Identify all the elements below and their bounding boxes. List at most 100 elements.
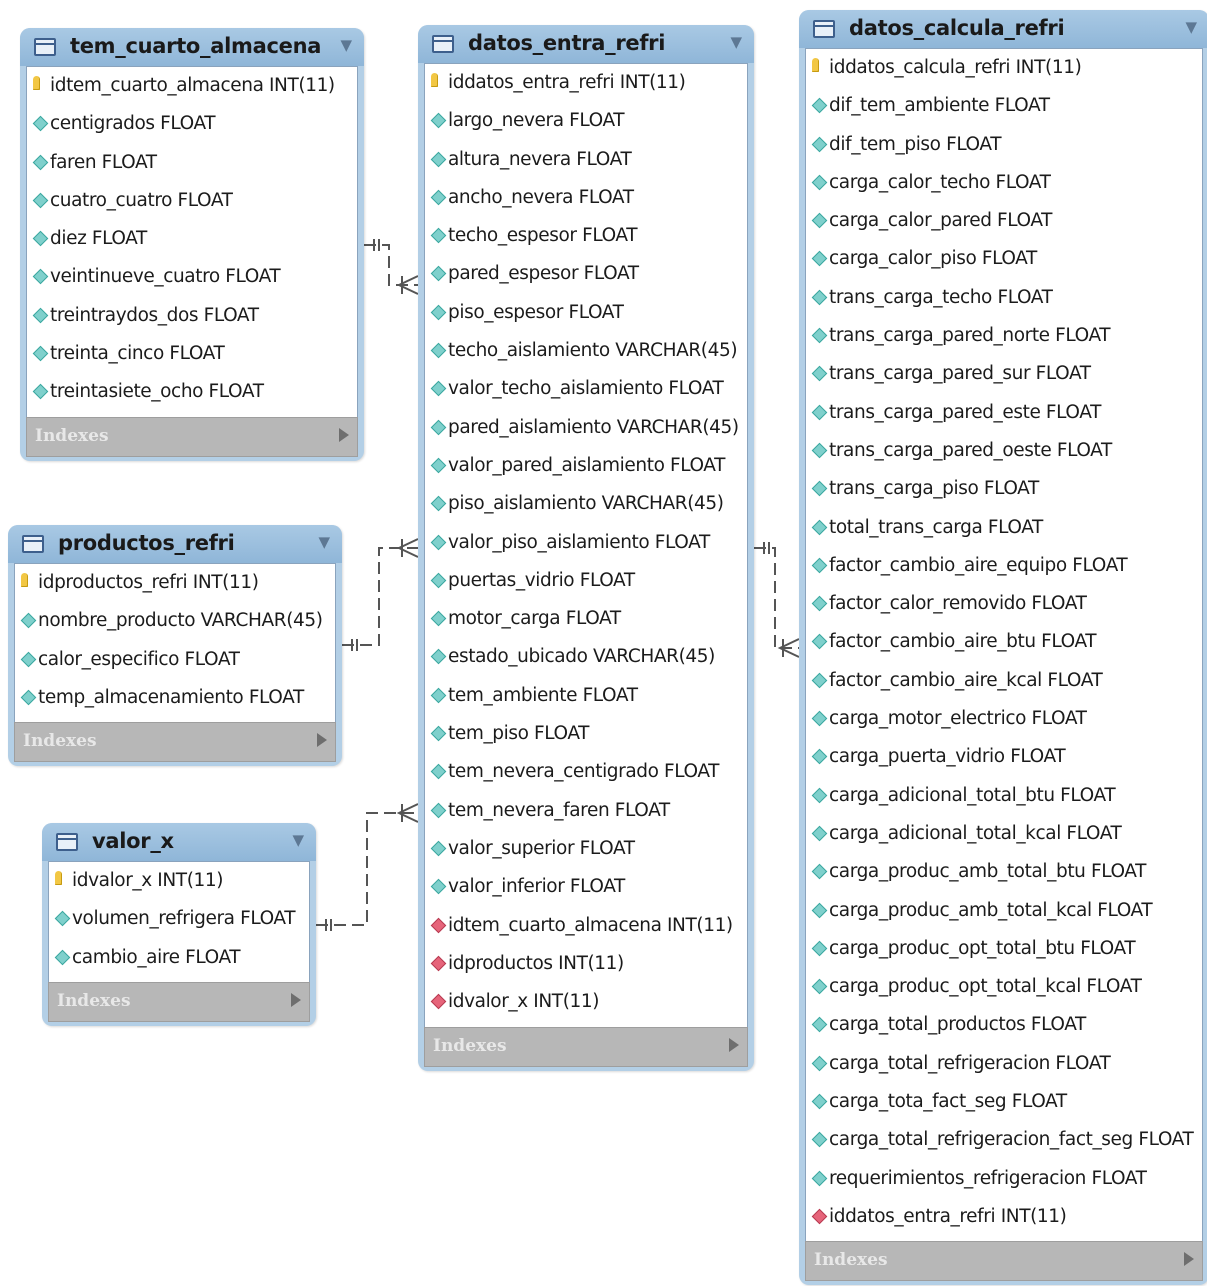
column-row[interactable]: estado_ubicado VARCHAR(45) — [425, 638, 747, 676]
column-row[interactable]: nombre_producto VARCHAR(45) — [15, 602, 335, 640]
column-row[interactable]: carga_adicional_total_kcal FLOAT — [806, 815, 1202, 853]
column-row[interactable]: tem_nevera_faren FLOAT — [425, 792, 747, 830]
column-row[interactable]: idtem_cuarto_almacena INT(11) — [425, 907, 747, 945]
column-row[interactable]: veintinueve_cuatro FLOAT — [27, 258, 357, 296]
collapse-arrow-icon[interactable]: ▼ — [730, 33, 742, 51]
collapse-arrow-icon[interactable]: ▼ — [340, 36, 352, 54]
column-row[interactable]: valor_techo_aislamiento FLOAT — [425, 370, 747, 408]
column-row[interactable]: cuatro_cuatro FLOAT — [27, 182, 357, 220]
indexes-section[interactable]: Indexes — [424, 1026, 748, 1067]
column-row[interactable]: iddatos_calcula_refri INT(11) — [806, 49, 1202, 87]
column-row[interactable]: carga_total_refrigeracion_fact_seg FLOAT — [806, 1121, 1202, 1159]
column-row[interactable]: piso_aislamiento VARCHAR(45) — [425, 485, 747, 523]
column-row[interactable]: trans_carga_pared_sur FLOAT — [806, 355, 1202, 393]
column-row[interactable]: techo_espesor FLOAT — [425, 217, 747, 255]
column-label: piso_aislamiento VARCHAR(45) — [448, 493, 724, 515]
column-row[interactable]: carga_calor_piso FLOAT — [806, 240, 1202, 278]
column-row[interactable]: carga_produc_amb_total_kcal FLOAT — [806, 892, 1202, 930]
column-row[interactable]: factor_cambio_aire_equipo FLOAT — [806, 547, 1202, 585]
collapse-arrow-icon[interactable]: ▼ — [318, 533, 330, 551]
column-row[interactable]: treintasiete_ocho FLOAT — [27, 373, 357, 411]
column-row[interactable]: valor_pared_aislamiento FLOAT — [425, 447, 747, 485]
table-header[interactable]: datos_entra_refri ▼ — [418, 25, 754, 63]
column-row[interactable]: treintraydos_dos FLOAT — [27, 297, 357, 335]
column-row[interactable]: carga_calor_techo FLOAT — [806, 164, 1202, 202]
column-row[interactable]: trans_carga_pared_este FLOAT — [806, 394, 1202, 432]
column-row[interactable]: carga_adicional_total_btu FLOAT — [806, 777, 1202, 815]
indexes-section[interactable]: Indexes — [26, 416, 358, 457]
column-row[interactable]: volumen_refrigera FLOAT — [49, 900, 309, 938]
column-row[interactable]: carga_total_productos FLOAT — [806, 1006, 1202, 1044]
column-row[interactable]: total_trans_carga FLOAT — [806, 509, 1202, 547]
column-row[interactable]: requerimientos_refrigeracion FLOAT — [806, 1160, 1202, 1198]
column-row[interactable]: idvalor_x INT(11) — [425, 983, 747, 1021]
column-row[interactable]: largo_nevera FLOAT — [425, 102, 747, 140]
column-row[interactable]: idvalor_x INT(11) — [49, 862, 309, 900]
column-row[interactable]: valor_superior FLOAT — [425, 830, 747, 868]
column-row[interactable]: idproductos_refri INT(11) — [15, 564, 335, 602]
column-row[interactable]: temp_almacenamiento FLOAT — [15, 679, 335, 717]
column-row[interactable]: puertas_vidrio FLOAT — [425, 562, 747, 600]
table-header[interactable]: datos_calcula_refri ▼ — [799, 10, 1207, 48]
column-row[interactable]: iddatos_entra_refri INT(11) — [425, 64, 747, 102]
column-row[interactable]: factor_cambio_aire_btu FLOAT — [806, 623, 1202, 661]
column-row[interactable]: techo_aislamiento VARCHAR(45) — [425, 332, 747, 370]
indexes-section[interactable]: Indexes — [14, 722, 336, 763]
table-productos-refri[interactable]: productos_refri ▼ idproductos_refri INT(11… — [8, 525, 342, 767]
column-row[interactable]: carga_produc_amb_total_btu FLOAT — [806, 853, 1202, 891]
column-row[interactable]: carga_produc_opt_total_btu FLOAT — [806, 930, 1202, 968]
column-row[interactable]: calor_especifico FLOAT — [15, 641, 335, 679]
column-row[interactable]: idtem_cuarto_almacena INT(11) — [27, 67, 357, 105]
column-row[interactable]: treinta_cinco FLOAT — [27, 335, 357, 373]
column-row[interactable]: pared_aislamiento VARCHAR(45) — [425, 409, 747, 447]
column-row[interactable]: diez FLOAT — [27, 220, 357, 258]
expand-arrow-icon[interactable] — [317, 733, 327, 748]
column-row[interactable]: trans_carga_pared_norte FLOAT — [806, 317, 1202, 355]
column-row[interactable]: carga_produc_opt_total_kcal FLOAT — [806, 968, 1202, 1006]
column-row[interactable]: dif_tem_piso FLOAT — [806, 126, 1202, 164]
table-header[interactable]: valor_x ▼ — [42, 823, 316, 861]
column-row[interactable]: factor_cambio_aire_kcal FLOAT — [806, 662, 1202, 700]
column-row[interactable]: factor_calor_removido FLOAT — [806, 585, 1202, 623]
column-row[interactable]: piso_espesor FLOAT — [425, 294, 747, 332]
column-row[interactable]: cambio_aire FLOAT — [49, 939, 309, 977]
column-row[interactable]: dif_tem_ambiente FLOAT — [806, 87, 1202, 125]
indexes-section[interactable]: Indexes — [805, 1241, 1203, 1282]
table-datos-calcula-refri[interactable]: datos_calcula_refri ▼ iddatos_calcula_refr… — [799, 10, 1207, 1286]
column-row[interactable]: tem_ambiente FLOAT — [425, 677, 747, 715]
table-datos-entra-refri[interactable]: datos_entra_refri ▼ iddatos_entra_refri IN… — [418, 25, 754, 1071]
expand-arrow-icon[interactable] — [339, 427, 349, 442]
column-row[interactable]: tem_nevera_centigrado FLOAT — [425, 753, 747, 791]
expand-arrow-icon[interactable] — [291, 992, 301, 1007]
table-header[interactable]: tem_cuarto_almacena ▼ — [20, 28, 364, 66]
column-row[interactable]: trans_carga_techo FLOAT — [806, 279, 1202, 317]
column-row[interactable]: trans_carga_piso FLOAT — [806, 470, 1202, 508]
column-row[interactable]: altura_nevera FLOAT — [425, 141, 747, 179]
column-row[interactable]: centigrados FLOAT — [27, 105, 357, 143]
table-header[interactable]: productos_refri ▼ — [8, 525, 342, 563]
column-row[interactable]: carga_motor_electrico FLOAT — [806, 700, 1202, 738]
column-row[interactable]: tem_piso FLOAT — [425, 715, 747, 753]
column-row[interactable]: idproductos INT(11) — [425, 945, 747, 983]
column-row[interactable]: trans_carga_pared_oeste FLOAT — [806, 432, 1202, 470]
column-row[interactable]: carga_calor_pared FLOAT — [806, 202, 1202, 240]
expand-arrow-icon[interactable] — [729, 1037, 739, 1052]
column-row[interactable]: carga_tota_fact_seg FLOAT — [806, 1083, 1202, 1121]
column-row[interactable]: pared_espesor FLOAT — [425, 255, 747, 293]
column-row[interactable]: carga_puerta_vidrio FLOAT — [806, 738, 1202, 776]
column-label: factor_cambio_aire_btu FLOAT — [829, 631, 1097, 653]
column-row[interactable]: iddatos_entra_refri INT(11) — [806, 1198, 1202, 1236]
column-row[interactable]: faren FLOAT — [27, 144, 357, 182]
column-label: valor_superior FLOAT — [448, 837, 635, 859]
table-tem-cuarto-almacena[interactable]: tem_cuarto_almacena ▼ idtem_cuarto_almacen… — [20, 28, 364, 461]
expand-arrow-icon[interactable] — [1184, 1252, 1194, 1267]
column-row[interactable]: motor_carga FLOAT — [425, 600, 747, 638]
column-row[interactable]: valor_inferior FLOAT — [425, 868, 747, 906]
column-row[interactable]: ancho_nevera FLOAT — [425, 179, 747, 217]
table-valor-x[interactable]: valor_x ▼ idvalor_x INT(11) volumen_refrige… — [42, 823, 316, 1026]
indexes-section[interactable]: Indexes — [48, 981, 310, 1022]
collapse-arrow-icon[interactable]: ▼ — [1185, 18, 1197, 36]
column-row[interactable]: valor_piso_aislamiento FLOAT — [425, 524, 747, 562]
column-row[interactable]: carga_total_refrigeracion FLOAT — [806, 1045, 1202, 1083]
collapse-arrow-icon[interactable]: ▼ — [292, 831, 304, 849]
